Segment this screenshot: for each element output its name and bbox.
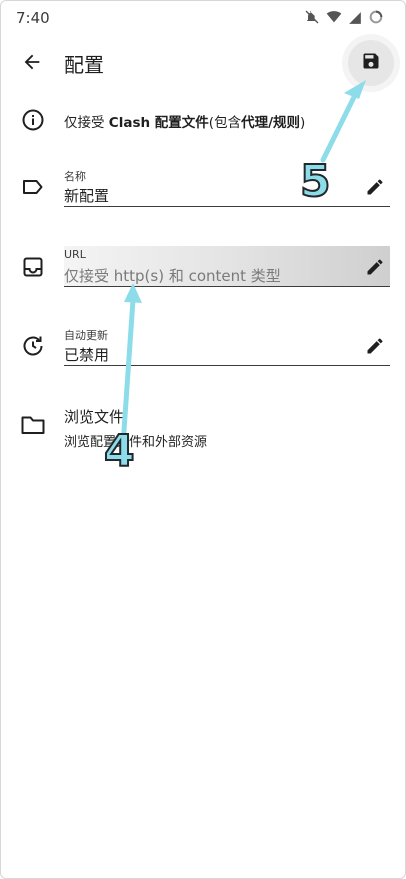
info-text-bold-proxy: 代理/规则 <box>241 115 301 131</box>
name-edit-button[interactable] <box>364 178 386 200</box>
back-button[interactable] <box>14 46 50 82</box>
signal-icon <box>348 10 362 29</box>
save-icon <box>361 51 381 75</box>
auto-update-field-row: 自动更新 已禁用 <box>0 325 406 369</box>
save-button[interactable] <box>348 40 394 86</box>
info-text: 仅接受 Clash 配置文件(包含代理/规则) <box>64 111 305 131</box>
info-text-middle: (包含 <box>208 115 242 131</box>
status-bar: 7:40 <box>0 0 406 36</box>
inbox-icon <box>20 254 46 280</box>
update-clock-icon <box>20 333 46 359</box>
url-edit-button[interactable] <box>364 258 386 280</box>
wifi-icon <box>326 9 342 29</box>
status-icons <box>304 9 384 29</box>
name-field-value: 新配置 <box>64 187 110 205</box>
auto-update-field-label: 自动更新 <box>64 329 108 342</box>
status-time: 7:40 <box>16 9 50 27</box>
page-title: 配置 <box>64 53 104 77</box>
info-row: 仅接受 Clash 配置文件(包含代理/规则) <box>0 100 406 140</box>
auto-update-edit-button[interactable] <box>364 337 386 359</box>
url-field-placeholder: 仅接受 http(s) 和 content 类型 <box>64 267 281 285</box>
arrow-left-icon <box>21 51 43 77</box>
browse-files-subtitle: 浏览配置文件和外部资源 <box>64 435 208 450</box>
step-number-5: 5 <box>299 156 332 207</box>
browse-files-title: 浏览文件 <box>64 408 125 426</box>
info-text-suffix: ) <box>300 115 306 131</box>
battery-icon <box>368 9 384 29</box>
info-text-prefix: 仅接受 <box>64 115 109 131</box>
info-text-bold-config: Clash 配置文件 <box>108 115 209 131</box>
url-field-row: URL 仅接受 http(s) 和 content 类型 <box>0 246 406 290</box>
label-tag-icon <box>20 174 46 200</box>
info-icon <box>20 107 46 133</box>
top-app-bar: 配置 <box>0 36 406 92</box>
url-field[interactable]: URL 仅接受 http(s) 和 content 类型 <box>64 246 390 287</box>
name-field-label: 名称 <box>64 170 86 183</box>
name-field-row: 名称 新配置 <box>0 166 406 210</box>
pencil-icon <box>365 177 385 201</box>
pencil-icon <box>365 336 385 360</box>
auto-update-field[interactable]: 自动更新 已禁用 <box>64 325 390 366</box>
step-number-4: 4 <box>103 426 136 477</box>
folder-icon <box>20 412 46 438</box>
name-field[interactable]: 名称 新配置 <box>64 166 390 207</box>
auto-update-field-value: 已禁用 <box>64 346 110 364</box>
mute-icon <box>304 9 320 29</box>
pencil-icon <box>365 257 385 281</box>
url-field-label: URL <box>64 248 86 261</box>
